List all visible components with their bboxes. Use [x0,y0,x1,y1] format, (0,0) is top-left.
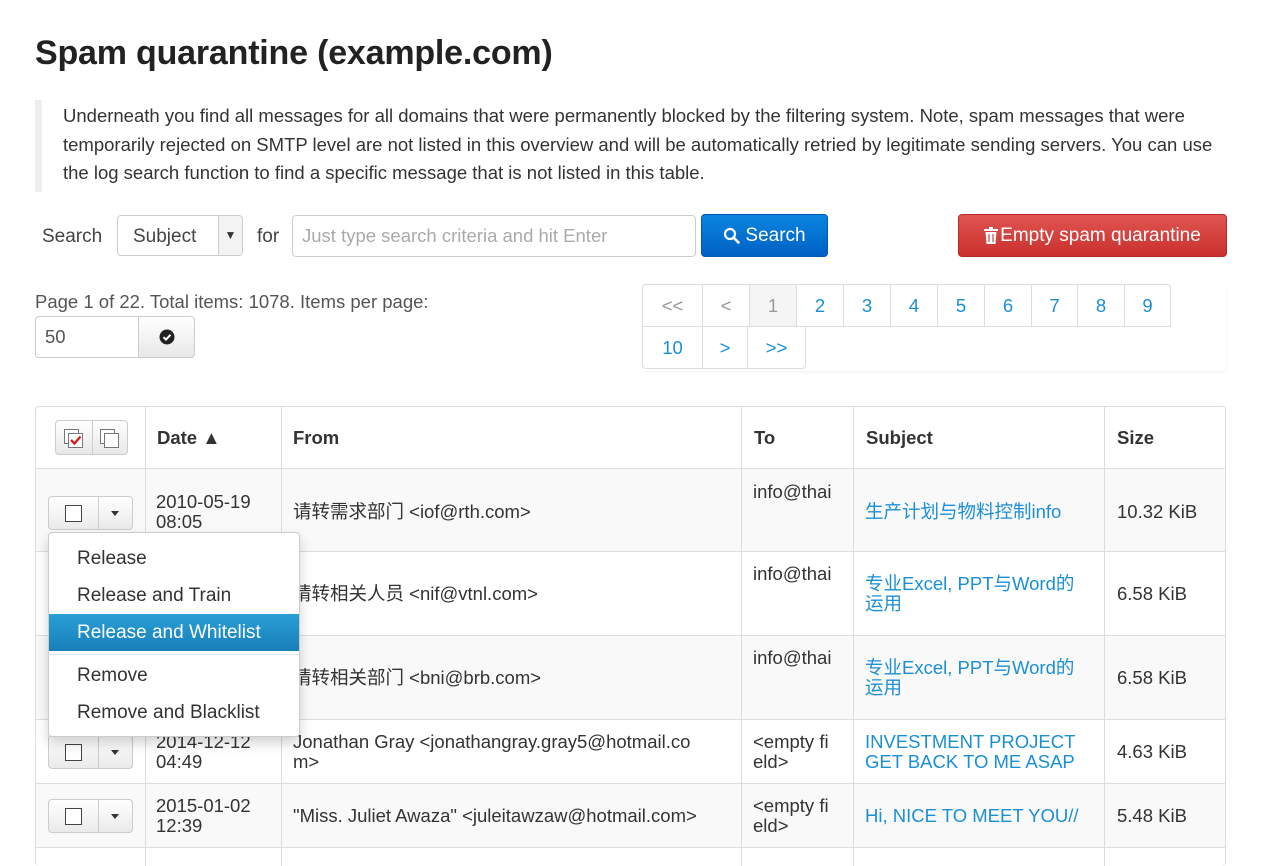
row-subject-link[interactable]: 专业Excel, PPT与Word的 [865,658,1074,678]
row-from: "Miss. Juliet Awaza" <juleitawzaw@hotmai… [293,805,697,826]
page-title: Spam quarantine (example.com) [35,34,553,72]
row-to: info@thai [753,563,832,584]
menu-item-release-and-train[interactable]: Release and Train [49,577,299,614]
row-action-button[interactable] [48,799,133,833]
row-checkbox[interactable] [65,505,82,522]
row-to: info@thai [753,647,832,668]
pagination-last[interactable]: >> [747,326,806,369]
row-subject-link[interactable]: Hi, NICE TO MEET YOU// [865,806,1078,826]
header-select-buttons [55,420,128,455]
pagination-page-8[interactable]: 8 [1077,284,1125,327]
row-size: 6.58 KiB [1117,583,1187,604]
select-all-icon[interactable] [64,429,84,448]
column-header-subject: Subject [866,427,933,448]
search-label: Search [42,226,103,247]
chevron-down-icon[interactable]: ▼ [218,216,242,255]
search-icon [724,227,741,244]
pagination-page-1[interactable]: 1 [749,284,797,327]
pagination: << < 1 2 3 4 5 6 7 8 9 10 > >> [642,284,1226,371]
pagination-first[interactable]: << [642,284,703,327]
row-time: 08:05 [156,511,203,532]
pagination-page-3[interactable]: 3 [843,284,891,327]
row-subject-link[interactable]: 专业Excel, PPT与Word的 [865,574,1074,594]
column-header-size: Size [1117,427,1155,448]
row-date: 2015-01-02 [156,795,251,816]
row-action-button[interactable] [48,496,133,530]
trash-icon [984,227,999,244]
divider [92,421,93,454]
row-to: <empty fi [753,731,829,752]
pagination-next[interactable]: > [702,326,748,369]
caret-down-icon[interactable] [111,750,119,755]
column-header-date[interactable]: Date ▲ [157,428,221,448]
row-action-menu: Release Release and Train Release and Wh… [48,532,300,737]
row-subject-link-cont[interactable]: 运用 [865,678,902,698]
search-field-value: Subject [133,226,197,247]
table-row [36,847,1225,866]
select-none-icon[interactable] [100,429,120,448]
row-to: <empty fi [753,795,829,816]
caret-down-icon[interactable] [111,511,119,516]
menu-divider [49,654,299,655]
row-date: 2010-05-19 [156,491,251,512]
row-from: Jonathan Gray <jonathangray.gray5@hotmai… [293,731,691,772]
intro-blockquote: Underneath you find all messages for all… [35,100,1225,192]
table-row: 2015-01-02 12:39 "Miss. Juliet Awaza" <j… [36,783,1225,848]
row-from: 请转需求部门 <iof@rth.com> [293,501,531,522]
row-subject-link[interactable]: 生产计划与物料控制info [865,502,1061,522]
pagination-page-6[interactable]: 6 [984,284,1032,327]
pagination-page-5[interactable]: 5 [937,284,985,327]
row-to: info@thai [753,481,832,502]
row-time: 04:49 [156,751,203,772]
row-subject-link[interactable]: INVESTMENT PROJECT [865,732,1075,752]
row-size: 5.48 KiB [1117,805,1187,826]
menu-item-release-and-whitelist[interactable]: Release and Whitelist [49,614,299,651]
row-checkbox[interactable] [65,744,82,761]
empty-quarantine-label: Empty spam quarantine [1000,224,1201,246]
table-header-row: Date ▲ From To Subject Size [36,407,1225,468]
search-button-label: Search [745,224,806,246]
row-to-cont: eld> [753,751,789,772]
pagination-page-7[interactable]: 7 [1031,284,1078,327]
items-per-page-input[interactable] [35,316,139,358]
for-label: for [257,226,280,247]
row-subject-link-cont[interactable]: GET BACK TO ME ASAP [865,752,1075,772]
empty-quarantine-button[interactable]: Empty spam quarantine [958,214,1227,257]
search-button[interactable]: Search [701,214,828,257]
pagination-page-10[interactable]: 10 [642,326,703,369]
row-size: 10.32 KiB [1117,501,1198,522]
pagination-page-9[interactable]: 9 [1124,284,1171,327]
page-info: Page 1 of 22. Total items: 1078. Items p… [35,291,429,312]
pagination-page-2[interactable]: 2 [796,284,844,327]
menu-item-remove-and-blacklist[interactable]: Remove and Blacklist [49,694,299,731]
apply-per-page-button[interactable] [138,316,195,358]
row-from: 请转相关部门 <bni@brb.com> [293,667,542,688]
column-header-to: To [754,427,776,448]
check-circle-icon [159,329,174,345]
menu-item-release[interactable]: Release [49,540,299,577]
row-action-button[interactable] [48,735,133,769]
row-subject-link-cont[interactable]: 运用 [865,594,902,614]
pagination-page-4[interactable]: 4 [890,284,938,327]
row-time: 12:39 [156,815,203,836]
search-field-select[interactable]: Subject ▼ [117,215,243,256]
row-checkbox[interactable] [65,808,82,825]
search-input[interactable] [292,215,696,257]
row-size: 4.63 KiB [1117,741,1187,762]
column-header-from: From [293,427,340,448]
row-to-cont: eld> [753,815,789,836]
caret-down-icon[interactable] [111,814,119,819]
row-from: 请转相关人员 <nif@vtnl.com> [293,583,538,604]
menu-item-remove[interactable]: Remove [49,657,299,694]
row-size: 6.58 KiB [1117,667,1187,688]
pagination-previous[interactable]: < [702,284,750,327]
